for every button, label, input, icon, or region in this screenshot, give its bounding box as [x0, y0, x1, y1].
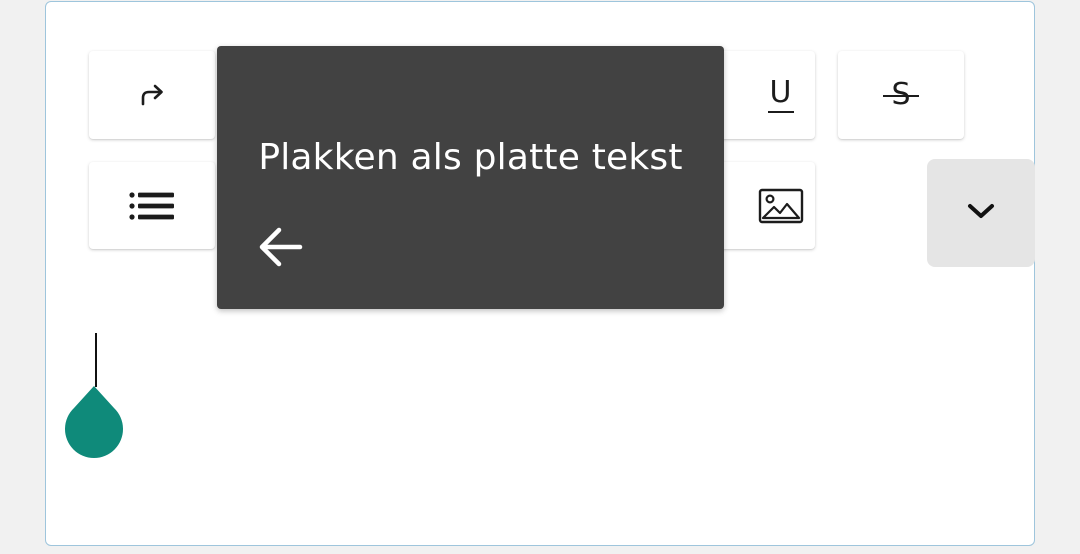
cursor-handle[interactable]	[63, 385, 125, 459]
strikethrough-button[interactable]: S	[838, 51, 964, 139]
paste-as-plain-text-label[interactable]: Plakken als platte tekst	[217, 138, 724, 178]
arrow-left-icon	[255, 227, 307, 277]
bulleted-list-icon	[129, 190, 175, 222]
text-cursor	[95, 333, 97, 387]
redo-icon	[136, 79, 168, 111]
underline-icon: U	[767, 74, 794, 113]
back-button[interactable]	[255, 221, 307, 273]
more-options-button[interactable]	[927, 159, 1035, 267]
image-icon	[758, 188, 804, 224]
redo-button[interactable]	[89, 51, 215, 139]
strikethrough-icon: S	[883, 78, 919, 112]
underline-bar	[767, 110, 794, 113]
underline-glyph: U	[769, 74, 792, 110]
strikethrough-line	[883, 95, 919, 97]
paste-as-plain-text-popup: Plakken als platte tekst	[217, 46, 724, 309]
chevron-down-icon	[966, 201, 996, 226]
bulleted-list-button[interactable]	[89, 162, 215, 249]
